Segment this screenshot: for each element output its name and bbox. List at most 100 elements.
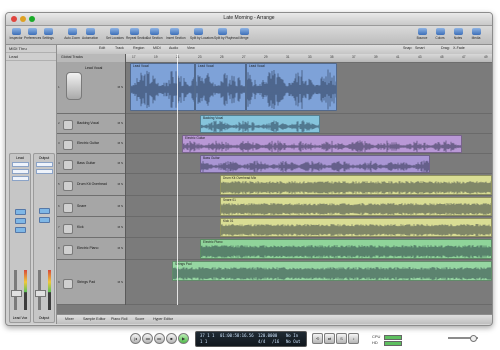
track-number: 4 [58, 161, 60, 165]
menu-track[interactable]: Track [115, 46, 124, 50]
menu-view[interactable]: View [187, 46, 195, 50]
track-header[interactable]: 6 Snare M S [57, 196, 125, 217]
drag-label: Drag: [441, 46, 450, 50]
auto-zoom-button[interactable]: Auto Zoom [64, 28, 80, 40]
mute-button[interactable] [14, 227, 26, 233]
menu-region[interactable]: Region [133, 46, 144, 50]
replace-button[interactable]: ⇄ [324, 333, 335, 344]
tab-piano-roll[interactable]: Piano Roll [111, 317, 127, 321]
audio-region[interactable]: Snare 01 [220, 197, 492, 216]
level-meter [48, 270, 51, 310]
set-locators-button[interactable]: Set Locators [106, 28, 124, 40]
go-to-start-button[interactable]: |◂ [130, 333, 141, 344]
audio-region[interactable]: Drum Kit Overhead Mix [220, 175, 492, 195]
track-header[interactable]: 4 Bass Guitar M S [57, 154, 125, 174]
volume-fader-handle[interactable] [11, 290, 22, 297]
stop-button[interactable]: ■ [166, 333, 177, 344]
tab-hyper-editor[interactable]: Hyper Editor [153, 317, 173, 321]
audio-region[interactable]: Backing Vocal [200, 115, 320, 133]
rewind-button[interactable]: ◂◂ [142, 333, 153, 344]
metronome-button[interactable]: ♪ [348, 333, 359, 344]
audio-region[interactable]: Electric Piano [200, 239, 492, 259]
mute-solo-buttons[interactable]: M S [118, 280, 123, 284]
mute-solo-buttons[interactable]: M S [118, 225, 123, 229]
menu-edit[interactable]: Edit [99, 46, 105, 50]
track-header[interactable]: 8 Electric Piano M S [57, 238, 125, 260]
bounce-button[interactable]: Bounce [414, 28, 430, 40]
tab-sample-editor[interactable]: Sample Editor [83, 317, 106, 321]
audio-region[interactable]: Lead Vocal [130, 63, 195, 111]
mute-solo-buttons[interactable]: M S [118, 121, 123, 125]
settings-button[interactable]: Settings [40, 28, 56, 40]
preferences-button[interactable]: Preferences [24, 28, 41, 40]
merge-button[interactable]: Merge [236, 28, 252, 40]
audio-region[interactable]: Bass Guitar [200, 155, 430, 173]
play-button[interactable]: ▶ [178, 333, 189, 344]
lcd-time-position: 01:00:58:16.56 [220, 333, 254, 338]
snap-select[interactable]: Smart [415, 46, 425, 50]
track-lane-divider [126, 113, 492, 114]
audio-region[interactable]: Lead Vocal [246, 63, 337, 111]
region-parameters-header[interactable]: MIDI Thru [6, 45, 56, 53]
insert-slot[interactable] [11, 169, 29, 174]
cycle-button[interactable]: ⟲ [312, 333, 323, 344]
editor-tab-bar: Mixer Sample Editor Piano Roll Score Hyp… [57, 314, 492, 324]
waveform [196, 73, 245, 106]
insert-slot[interactable] [35, 162, 53, 167]
insert-slot[interactable] [11, 162, 29, 167]
lcd-midi-in: No In [286, 333, 299, 338]
tab-mixer[interactable]: Mixer [65, 317, 74, 321]
mute-solo-buttons[interactable]: M S [118, 141, 123, 145]
mute-button[interactable] [38, 217, 50, 223]
mute-solo-buttons[interactable]: M S [118, 246, 123, 250]
transport-lcd[interactable]: 37 1 1 1 1 01:00:58:16.56 120.0000 4/4 /… [195, 331, 307, 347]
title-bar[interactable]: Late Morning - Arrange [6, 13, 492, 26]
bar-ruler[interactable]: 1719212325272931333537394143454749 [126, 54, 492, 63]
ruler-tick: 41 [396, 55, 400, 59]
cut-section-button[interactable]: Cut Section [146, 28, 162, 40]
send-button[interactable] [14, 209, 26, 215]
forward-button[interactable]: ▸▸ [154, 333, 165, 344]
audio-region[interactable]: Lead Vocal [195, 63, 246, 111]
waveform [201, 120, 319, 132]
waveform [247, 69, 336, 110]
track-header[interactable]: 3 Electric Guitar M S [57, 134, 125, 154]
split-by-playhead-button[interactable]: Split by Playhead [214, 28, 239, 40]
volume-fader-handle[interactable] [35, 290, 46, 297]
insert-slot[interactable] [35, 169, 53, 174]
tab-score[interactable]: Score [135, 317, 144, 321]
notes-button[interactable]: Notes [450, 28, 466, 40]
repeat-section-button[interactable]: Repeat Section [126, 28, 148, 40]
track-header[interactable]: 5 Drum Kit Overhead M S [57, 174, 125, 196]
track-header[interactable]: 9 Strings Pad M S [57, 260, 125, 305]
audio-region[interactable]: Kick 01 [220, 218, 492, 237]
master-volume-knob[interactable] [470, 335, 477, 342]
audio-region[interactable]: Strings Pad [172, 261, 492, 281]
track-name: Backing Vocal [77, 121, 99, 125]
mute-solo-buttons[interactable]: M S [118, 85, 123, 89]
io-button[interactable] [38, 208, 50, 214]
track-header[interactable]: 1 Lead Vocal M S [57, 62, 125, 114]
mute-solo-buttons[interactable]: M S [118, 204, 123, 208]
insert-section-button[interactable]: Insert Section [166, 28, 186, 40]
io-button[interactable] [14, 218, 26, 224]
colors-button[interactable]: Colors [432, 28, 448, 40]
audio-region[interactable]: Electric Guitar [182, 135, 462, 153]
menu-audio[interactable]: Audio [169, 46, 178, 50]
split-by-playhead-icon [217, 28, 227, 35]
mute-solo-buttons[interactable]: M S [118, 161, 123, 165]
playhead[interactable] [177, 54, 178, 305]
solo-button[interactable]: S [336, 333, 347, 344]
track-parameters-header[interactable]: Lead [6, 53, 56, 61]
track-header[interactable]: 2 Backing Vocal M S [57, 114, 125, 134]
track-header[interactable]: 7 Kick M S [57, 217, 125, 238]
split-by-locators-button[interactable]: Split by Locators [190, 28, 214, 40]
menu-midi[interactable]: MIDI [153, 46, 161, 50]
mute-solo-buttons[interactable]: M S [118, 182, 123, 186]
lcd-tempo: 120.0000 [258, 333, 278, 338]
drag-select[interactable]: X-Fade [453, 46, 465, 50]
insert-slot[interactable] [11, 176, 29, 181]
automation-button[interactable]: Automation [82, 28, 98, 40]
inspector-button[interactable]: Inspector [8, 28, 24, 40]
media-button[interactable]: Media [468, 28, 484, 40]
